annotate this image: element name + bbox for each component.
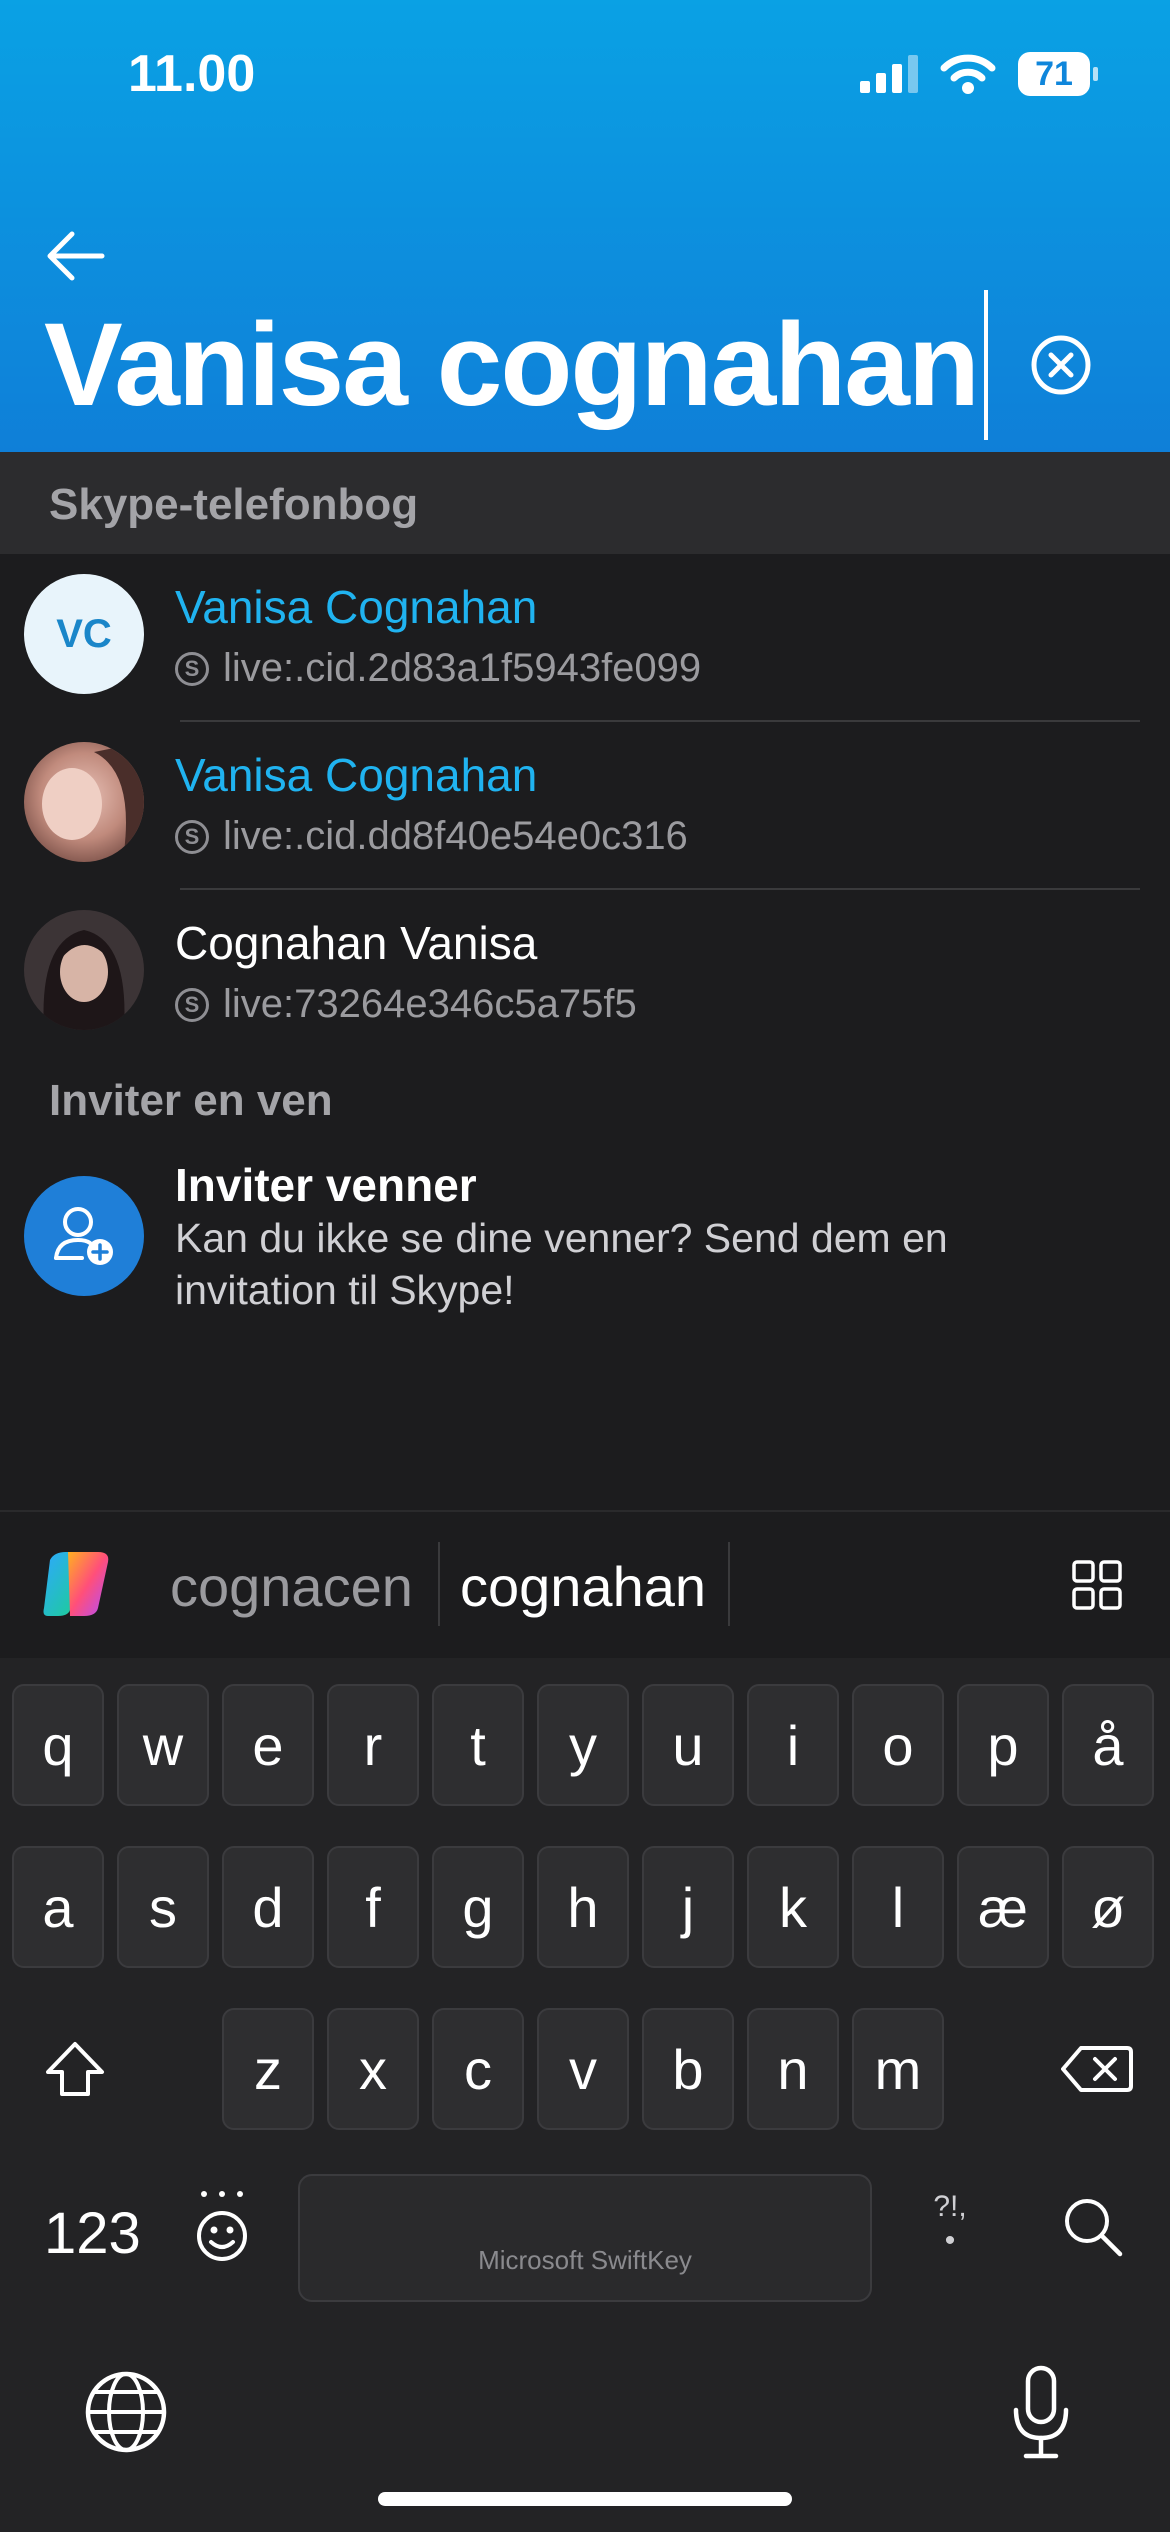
key-n[interactable]: n [747,2008,839,2130]
key-m[interactable]: m [852,2008,944,2130]
avatar-photo [24,910,144,1030]
numbers-key[interactable]: 123 [44,2200,141,2267]
invite-section-title: Inviter en ven [49,1076,333,1125]
key-y[interactable]: y [537,1684,629,1806]
contact-result-row[interactable]: Vanisa Cognahan S live:.cid.dd8f40e54e0c… [0,722,1170,890]
battery-indicator: 71 [1018,52,1098,96]
search-icon[interactable] [1062,2196,1124,2258]
key-z[interactable]: z [222,2008,314,2130]
key-i[interactable]: i [747,1684,839,1806]
key-g[interactable]: g [432,1846,524,1968]
key-q[interactable]: q [12,1684,104,1806]
invite-title: Inviter venner [175,1159,477,1211]
clear-search-icon[interactable] [1030,334,1092,396]
skype-icon: S [175,651,209,686]
suggestion-bar: cognacen cognahan [0,1510,1170,1658]
key-l[interactable]: l [852,1846,944,1968]
key-æ[interactable]: æ [957,1846,1049,1968]
contact-id: S live:.cid.dd8f40e54e0c316 [175,814,688,859]
globe-icon[interactable] [84,2370,168,2454]
contact-name: Vanisa Cognahan [175,749,538,801]
add-person-icon [54,1207,113,1265]
emoji-icon[interactable] [190,2188,254,2268]
space-key[interactable]: Microsoft SwiftKey [298,2174,872,2302]
section-title: Skype-telefonbog [49,480,419,529]
punctuation-key[interactable]: ?!, • [930,2190,970,2258]
avatar [24,910,144,1030]
wifi-icon [940,54,996,94]
key-d[interactable]: d [222,1846,314,1968]
microphone-icon[interactable] [1010,2364,1072,2460]
home-indicator [378,2492,792,2506]
avatar: VC [24,574,144,694]
contact-id-text: live:.cid.2d83a1f5943fe099 [223,646,702,690]
avatar [24,742,144,862]
signal-icon [860,55,918,93]
status-icons: 71 [860,52,1098,96]
key-r[interactable]: r [327,1684,419,1806]
directory-section-header: Skype-telefonbog [0,452,1170,554]
key-t[interactable]: t [432,1684,524,1806]
search-input[interactable]: Vanisa cognahan [44,300,980,430]
divider [728,1542,730,1626]
key-j[interactable]: j [642,1846,734,1968]
key-x[interactable]: x [327,2008,419,2130]
grid-icon[interactable] [1072,1560,1122,1610]
divider [438,1542,440,1626]
copilot-icon[interactable] [40,1550,112,1618]
contact-name: Cognahan Vanisa [175,917,538,969]
contact-id-text: live:73264e346c5a75f5 [223,982,637,1026]
key-f[interactable]: f [327,1846,419,1968]
key-a[interactable]: a [12,1846,104,1968]
key-k[interactable]: k [747,1846,839,1968]
key-å[interactable]: å [1062,1684,1154,1806]
key-v[interactable]: v [537,2008,629,2130]
key-s[interactable]: s [117,1846,209,1968]
backspace-key[interactable] [1034,2008,1160,2130]
key-c[interactable]: c [432,2008,524,2130]
status-time: 11.00 [128,45,256,103]
suggestion-1[interactable]: cognacen [170,1554,413,1619]
punctuation-label: ?!, [933,2190,967,2223]
shift-icon [46,2042,104,2096]
space-key-label: Microsoft SwiftKey [478,2245,692,2275]
key-b[interactable]: b [642,2008,734,2130]
contact-id-text: live:.cid.dd8f40e54e0c316 [223,814,688,858]
skype-icon: S [175,819,209,854]
shift-key[interactable] [12,2008,138,2130]
skype-icon: S [175,987,209,1022]
suggestion-2[interactable]: cognahan [460,1554,706,1619]
search-header: 11.00 71 Vanisa cognahan [0,0,1170,452]
invite-avatar [24,1176,144,1296]
contact-result-row[interactable]: Cognahan Vanisa S live:73264e346c5a75f5 [0,890,1170,1058]
key-u[interactable]: u [642,1684,734,1806]
keyboard: cognacen cognahan qwertyuiopå asdfghjklæ… [0,1510,1170,2532]
back-arrow-icon[interactable] [40,220,112,292]
key-ø[interactable]: ø [1062,1846,1154,1968]
invite-description: Kan du ikke se dine venner? Send dem en … [175,1215,948,1313]
backspace-icon [1061,2046,1133,2092]
contact-id: S live:.cid.2d83a1f5943fe099 [175,646,701,691]
key-h[interactable]: h [537,1846,629,1968]
avatar-photo [24,742,144,862]
key-w[interactable]: w [117,1684,209,1806]
contact-name: Vanisa Cognahan [175,581,538,633]
key-e[interactable]: e [222,1684,314,1806]
text-caret [984,290,988,440]
contact-id: S live:73264e346c5a75f5 [175,982,637,1027]
key-o[interactable]: o [852,1684,944,1806]
key-p[interactable]: p [957,1684,1049,1806]
contact-result-row[interactable]: VC Vanisa Cognahan S live:.cid.2d83a1f59… [0,554,1170,722]
